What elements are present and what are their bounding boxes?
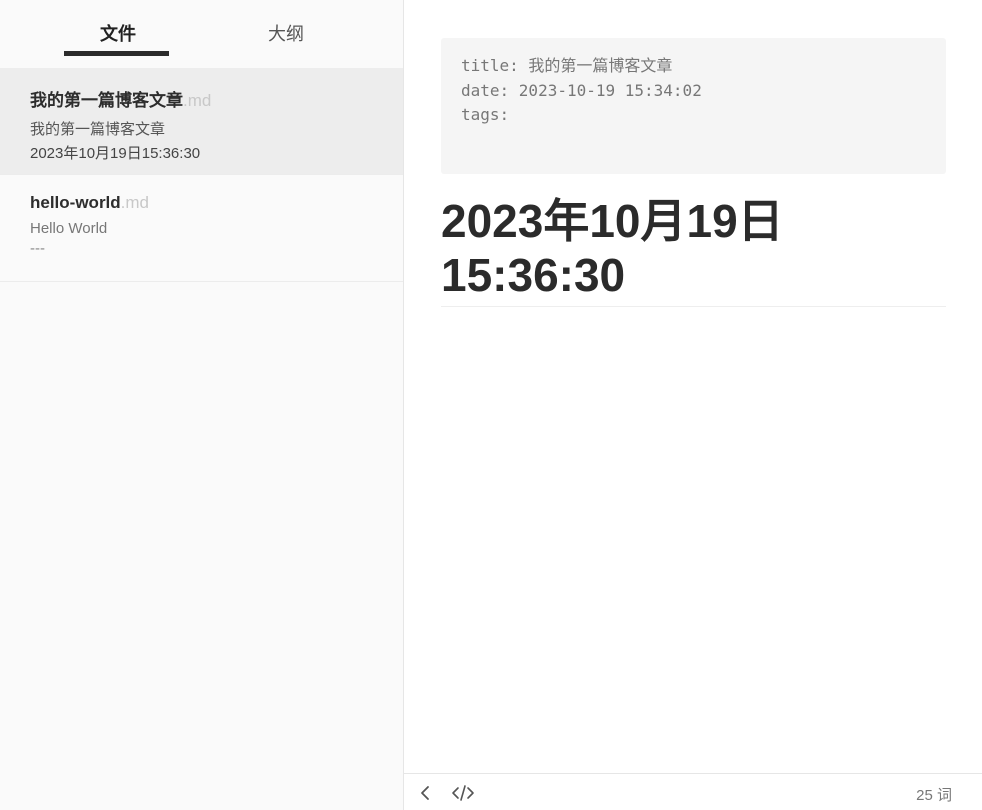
front-matter-tags: tags: [461, 105, 510, 124]
file-summary: 我的第一篇博客文章 [30, 121, 166, 138]
front-matter-title: title: 我的第一篇博客文章 [461, 56, 673, 75]
status-bar: 25 词 [404, 773, 982, 810]
file-title: hello-world.md [30, 193, 403, 213]
file-title: 我的第一篇博客文章.md [30, 86, 403, 111]
file-item-hello-world[interactable]: hello-world.md Hello World --- [0, 175, 403, 282]
heading-line-time: 15:36:30 [441, 249, 626, 301]
file-list: 我的第一篇博客文章.md 我的第一篇博客文章 2023年10月19日15:36:… [0, 68, 403, 282]
file-name: hello-world [30, 193, 121, 212]
tab-outline[interactable]: 大纲 [268, 20, 304, 46]
word-count[interactable]: 25 词 [916, 784, 952, 805]
sidebar-tabs: 文件 大纲 [0, 0, 403, 68]
file-name: 我的第一篇博客文章 [30, 91, 183, 110]
file-item-first-blog-post[interactable]: 我的第一篇博客文章.md 我的第一篇博客文章 2023年10月19日15:36:… [0, 68, 403, 175]
code-icon[interactable] [450, 782, 476, 804]
file-date: --- [30, 240, 45, 257]
chevron-left-icon[interactable] [414, 782, 436, 804]
editor-pane[interactable]: title: 我的第一篇博客文章 date: 2023-10-19 15:34:… [404, 0, 982, 773]
document-heading[interactable]: 2023年10月19日 15:36:30 [441, 194, 946, 307]
file-summary: Hello World [30, 220, 108, 237]
active-tab-indicator [64, 51, 169, 56]
tab-files[interactable]: 文件 [100, 20, 136, 46]
file-extension: .md [120, 193, 150, 212]
sidebar: 文件 大纲 我的第一篇博客文章.md 我的第一篇博客文章 2023年10月19日… [0, 0, 404, 810]
file-extension: .md [183, 91, 212, 110]
front-matter-block[interactable]: title: 我的第一篇博客文章 date: 2023-10-19 15:34:… [441, 38, 946, 174]
front-matter-date: date: 2023-10-19 15:34:02 [461, 80, 702, 100]
file-date: 2023年10月19日15:36:30 [30, 145, 201, 162]
heading-line-date: 2023年10月19日 [441, 195, 784, 247]
